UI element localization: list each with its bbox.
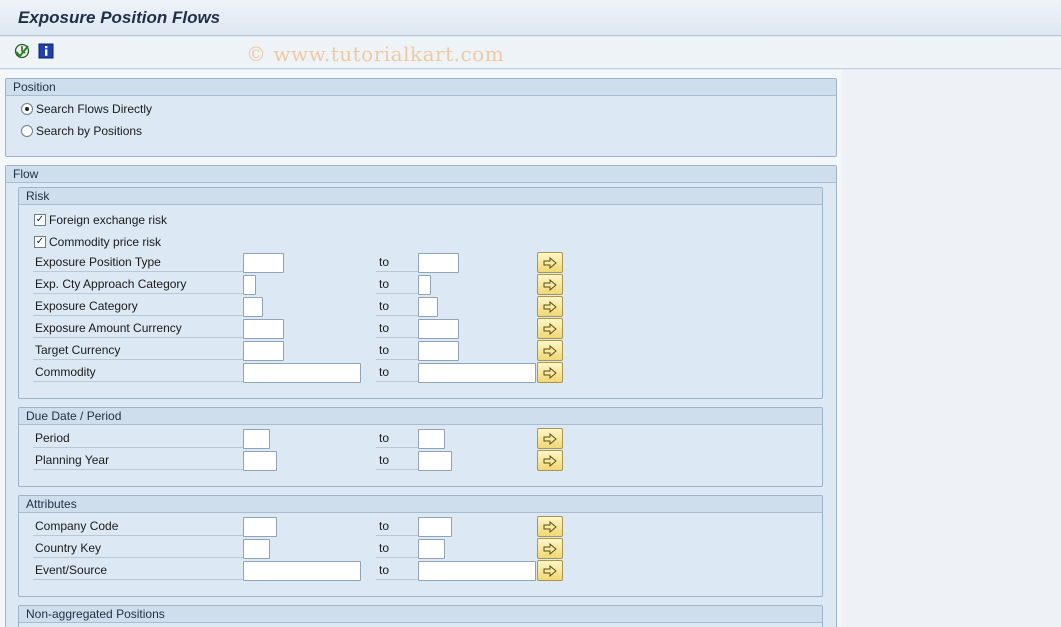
field-label-company-code: Company Code [33,518,243,536]
exposure-position-type-to-input[interactable] [418,253,459,273]
checkmark-icon[interactable]: ✓ [34,214,46,226]
checkbox-label: Commodity price risk [49,235,162,249]
period-to-input[interactable] [418,429,445,449]
radio-label: Search by Positions [36,124,143,138]
field-label-commodity: Commodity [33,364,243,382]
radio-search-by-positions[interactable]: Search by Positions [21,124,142,138]
multiple-selection-button[interactable] [537,428,563,449]
due-date-period-group-header: Due Date / Period [19,408,822,425]
position-group-header: Position [6,79,836,96]
exposure-category-from-input[interactable] [243,297,263,317]
to-label: to [376,254,418,272]
flow-group-header: Flow [6,166,836,183]
checkmark-icon[interactable]: ✓ [34,236,46,248]
field-label-planning-year: Planning Year [33,452,243,470]
country-key-from-input[interactable] [243,539,270,559]
arrow-right-icon [543,542,557,555]
info-icon[interactable] [38,43,54,59]
arrow-right-icon [543,300,557,313]
arrow-right-icon [543,344,557,357]
multiple-selection-button[interactable] [537,252,563,273]
multiple-selection-button[interactable] [537,450,563,471]
to-label: to [376,298,418,316]
field-label-exp-cty-approach-category: Exp. Cty Approach Category [33,276,243,294]
field-label-target-currency: Target Currency [33,342,243,360]
to-label: to [376,342,418,360]
execute-icon[interactable] [14,43,30,59]
arrow-right-icon [543,432,557,445]
field-label-exposure-position-type: Exposure Position Type [33,254,243,272]
radio-label: Search Flows Directly [36,102,153,116]
position-group: Position Search Flows Directly Search by… [5,78,837,157]
company-code-to-input[interactable] [418,517,452,537]
target-currency-to-input[interactable] [418,341,459,361]
field-label-exposure-category: Exposure Category [33,298,243,316]
to-label: to [376,540,418,558]
arrow-right-icon [543,256,557,269]
arrow-right-icon [543,454,557,467]
exp-cty-approach-category-to-input[interactable] [418,275,431,295]
exposure-amount-currency-to-input[interactable] [418,319,459,339]
multiple-selection-button[interactable] [537,560,563,581]
to-label: to [376,452,418,470]
application-toolbar: © www.tutorialkart.com [0,37,1061,69]
to-label: to [376,430,418,448]
commodity-from-input[interactable] [243,363,361,383]
event-source-to-input[interactable] [418,561,536,581]
exp-cty-approach-category-from-input[interactable] [243,275,256,295]
right-pane [842,70,1061,627]
target-currency-from-input[interactable] [243,341,284,361]
radio-button[interactable] [21,125,33,137]
field-label-event-source: Event/Source [33,562,243,580]
company-code-from-input[interactable] [243,517,277,537]
arrow-right-icon [543,322,557,335]
exposure-position-type-from-input[interactable] [243,253,284,273]
title-bar: Exposure Position Flows [0,0,1061,36]
multiple-selection-button[interactable] [537,362,563,383]
to-label: to [376,562,418,580]
radio-button-selected[interactable] [21,103,33,115]
attributes-group-header: Attributes [19,496,822,513]
commodity-to-input[interactable] [418,363,536,383]
checkbox-foreign-exchange-risk[interactable]: ✓ Foreign exchange risk [34,213,167,227]
arrow-right-icon [543,564,557,577]
risk-group-header: Risk [19,188,822,205]
to-label: to [376,320,418,338]
exposure-amount-currency-from-input[interactable] [243,319,284,339]
non-aggregated-positions-group-header: Non-aggregated Positions [19,606,822,623]
multiple-selection-button[interactable] [537,296,563,317]
multiple-selection-button[interactable] [537,340,563,361]
to-label: to [376,518,418,536]
period-from-input[interactable] [243,429,270,449]
exposure-category-to-input[interactable] [418,297,438,317]
event-source-from-input[interactable] [243,561,361,581]
page-title: Exposure Position Flows [18,8,221,27]
field-label-period: Period [33,430,243,448]
watermark-text: © www.tutorialkart.com [246,42,505,66]
multiple-selection-button[interactable] [537,318,563,339]
multiple-selection-button[interactable] [537,516,563,537]
checkbox-commodity-price-risk[interactable]: ✓ Commodity price risk [34,235,161,249]
arrow-right-icon [543,278,557,291]
multiple-selection-button[interactable] [537,538,563,559]
arrow-right-icon [543,366,557,379]
arrow-right-icon [543,520,557,533]
field-label-country-key: Country Key [33,540,243,558]
to-label: to [376,364,418,382]
checkbox-label: Foreign exchange risk [49,213,168,227]
non-aggregated-positions-group: Non-aggregated Positions [18,605,823,627]
planning-year-from-input[interactable] [243,451,277,471]
planning-year-to-input[interactable] [418,451,452,471]
multiple-selection-button[interactable] [537,274,563,295]
field-label-exposure-amount-currency: Exposure Amount Currency [33,320,243,338]
radio-search-flows-directly[interactable]: Search Flows Directly [21,102,152,116]
to-label: to [376,276,418,294]
country-key-to-input[interactable] [418,539,445,559]
